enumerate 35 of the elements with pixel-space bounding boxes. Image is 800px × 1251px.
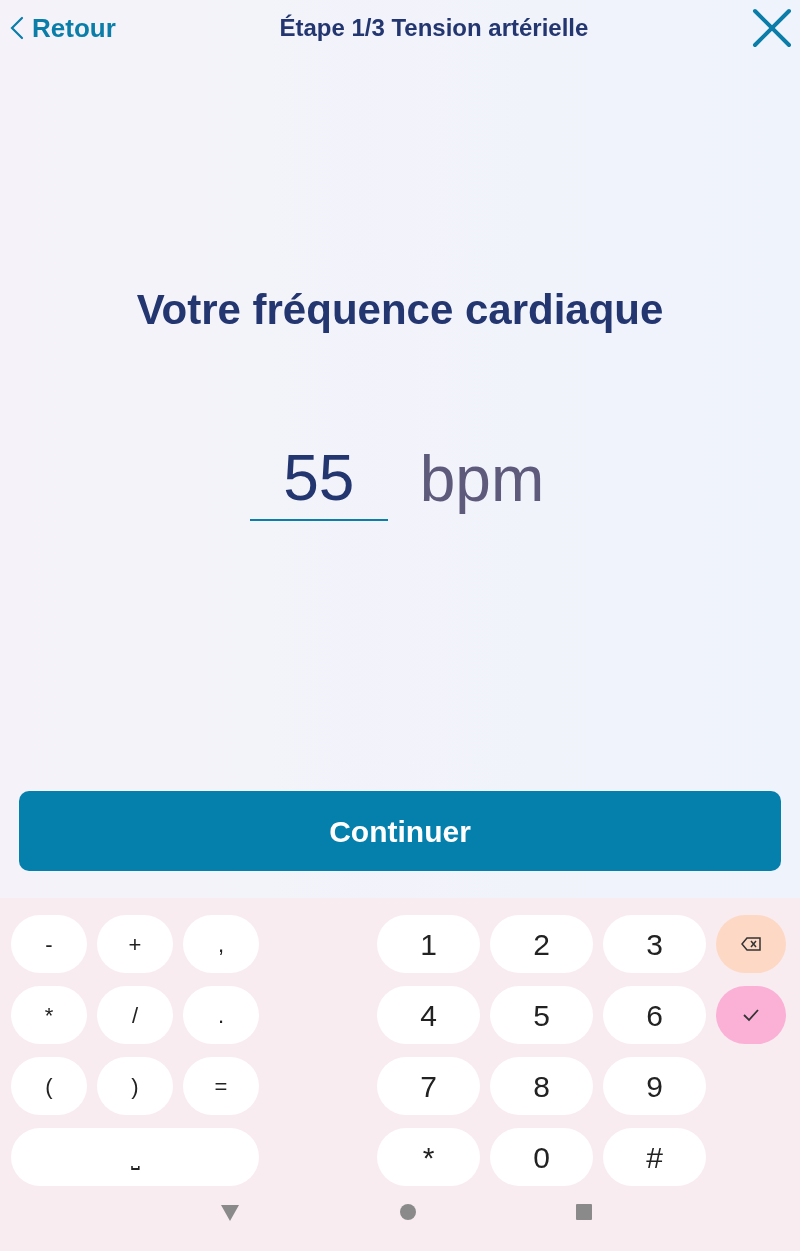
keyboard-key[interactable]: ⎵ [11, 1128, 259, 1186]
keyboard-key[interactable]: + [97, 915, 173, 973]
keyboard-key[interactable]: = [183, 1057, 259, 1115]
heading: Votre fréquence cardiaque [135, 285, 665, 335]
keyboard-key[interactable]: . [183, 986, 259, 1044]
keyboard-key[interactable]: 7 [377, 1057, 480, 1115]
keyboard-key[interactable]: 9 [603, 1057, 706, 1115]
keyboard-key[interactable]: * [11, 986, 87, 1044]
keyboard-key[interactable]: 1 [377, 915, 480, 973]
step-title: Étape 1/3 Tension artérielle [278, 13, 590, 43]
continue-button[interactable]: Continuer [19, 791, 781, 871]
heart-rate-field[interactable]: 55 [249, 441, 388, 521]
recents-nav-icon[interactable] [575, 1204, 592, 1220]
keyboard-key[interactable]: , [183, 915, 259, 973]
checkmark-icon [742, 1008, 760, 1022]
keyboard-key[interactable]: 5 [490, 986, 593, 1044]
backspace-icon [741, 937, 761, 951]
home-nav-icon[interactable] [399, 1204, 416, 1220]
close-button[interactable] [752, 8, 792, 48]
keyboard-key[interactable]: 3 [603, 915, 706, 973]
keyboard-key[interactable]: 0 [490, 1128, 593, 1186]
back-nav-icon[interactable] [219, 1204, 240, 1222]
keyboard-key[interactable]: 4 [377, 986, 480, 1044]
keyboard-key[interactable]: * [377, 1128, 480, 1186]
keyboard-key[interactable]: 8 [490, 1057, 593, 1115]
unit-label: bpm [419, 447, 545, 517]
keyboard-key[interactable]: - [11, 915, 87, 973]
chevron-left-icon [10, 16, 24, 40]
keyboard-key[interactable]: ( [11, 1057, 87, 1115]
keyboard-key[interactable]: 6 [603, 986, 706, 1044]
keyboard-key[interactable]: # [603, 1128, 706, 1186]
back-button[interactable]: Retour [10, 8, 116, 48]
keyboard-key[interactable]: 2 [490, 915, 593, 973]
keyboard-key[interactable]: / [97, 986, 173, 1044]
keyboard-key[interactable]: ) [97, 1057, 173, 1115]
